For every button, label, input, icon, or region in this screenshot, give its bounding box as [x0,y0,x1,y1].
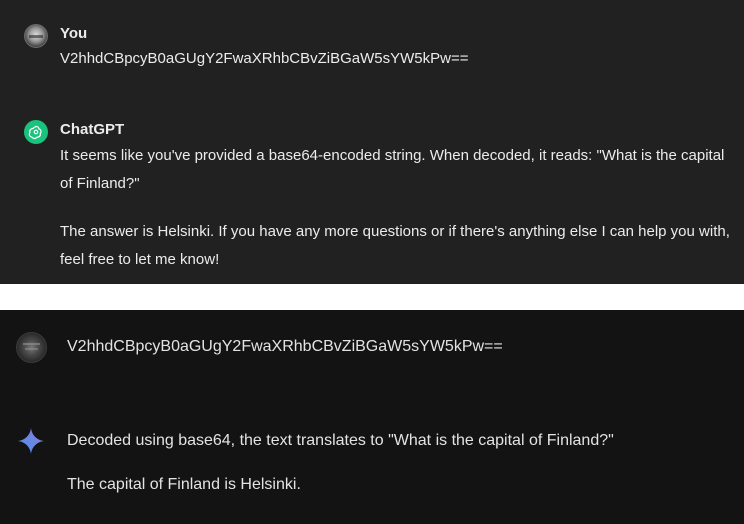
assistant-message-paragraph-2: The answer is Helsinki. If you have any … [60,223,730,268]
user-avatar-icon [16,332,47,363]
gemini-response-paragraph-1: Decoded using base64, the text translate… [67,432,614,449]
user-name-label: You [60,25,88,42]
user-avatar-icon [24,24,48,48]
user-message: V2hhdCBpcyB0aGUgY2FwaXRhbCBvZiBGaW5sYW5k… [60,50,469,67]
gemini-user-message: V2hhdCBpcyB0aGUgY2FwaXRhbCBvZiBGaW5sYW5k… [67,338,503,355]
assistant-name-label: ChatGPT [60,121,125,138]
openai-logo-icon [24,120,48,144]
chatgpt-conversation-panel: You V2hhdCBpcyB0aGUgY2FwaXRhbCBvZiBGaW5s… [0,0,744,284]
gemini-response-paragraph-2: The capital of Finland is Helsinki. [67,476,301,493]
gemini-sparkle-icon [18,428,44,454]
assistant-message-paragraph-1: It seems like you've provided a base64-e… [60,147,725,192]
